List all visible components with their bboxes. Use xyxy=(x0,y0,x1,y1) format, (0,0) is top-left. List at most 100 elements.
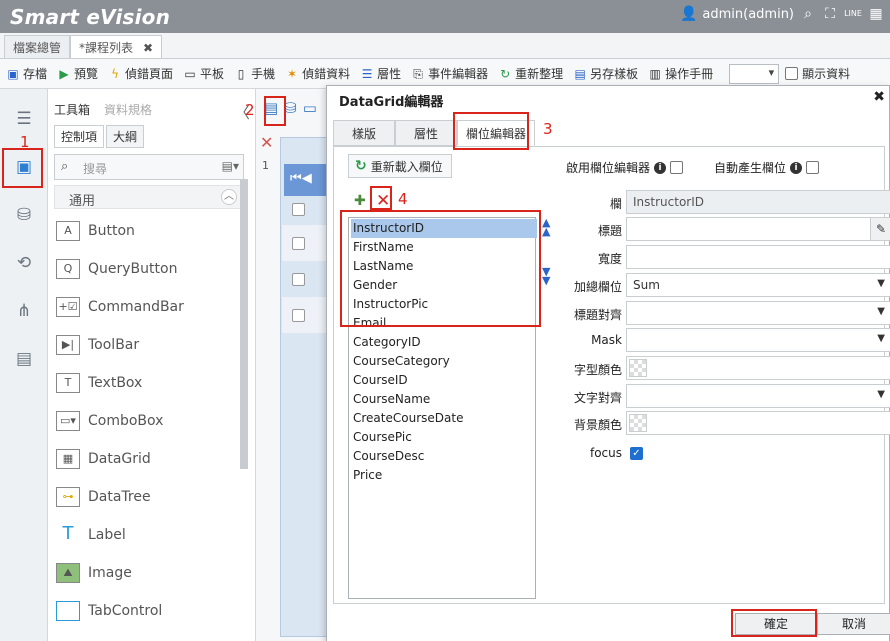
control-item[interactable]: TabControl xyxy=(56,596,236,626)
view-icon[interactable]: ▭ xyxy=(303,99,317,117)
sync-icon[interactable]: ⟲ xyxy=(14,253,34,273)
title-field[interactable]: ✎ xyxy=(626,217,890,241)
datagrid-editor-dialog: DataGrid編輯器 ✖ 樣版 層性 欄位編輯器 ↻ 重新載入欄位 啟用欄位編輯… xyxy=(326,85,890,641)
info-icon[interactable]: i xyxy=(654,161,667,174)
tab-file-explorer[interactable]: 檔案總管 xyxy=(4,35,71,58)
control-item[interactable]: T Label xyxy=(56,520,236,550)
list-item[interactable]: CourseID xyxy=(351,371,539,390)
grid-icon[interactable]: ▦ xyxy=(868,6,884,22)
tab-course-list[interactable]: *課程列表 ✖ xyxy=(70,35,163,58)
annotation-box-1 xyxy=(2,148,43,188)
add-field-icon[interactable]: ✚ xyxy=(354,193,366,209)
user-icon[interactable]: 👤 xyxy=(680,6,697,22)
close-icon[interactable]: ✖ xyxy=(873,89,885,105)
control-item[interactable]: T TextBox xyxy=(56,368,236,398)
width-field[interactable] xyxy=(626,245,890,269)
mobile-button[interactable]: ▯ 手機 xyxy=(234,65,275,82)
edit-title-icon[interactable]: ✎ xyxy=(870,217,890,241)
control-item[interactable]: ▭▾ ComboBox xyxy=(56,406,236,436)
tabcontrol-icon xyxy=(56,601,80,621)
auto-generate-field-option[interactable]: 自動產生欄位 i xyxy=(714,159,820,176)
info-icon[interactable]: i xyxy=(790,161,803,174)
data-spec-tab[interactable]: 資料規格 xyxy=(104,101,152,118)
cancel-button[interactable]: 取消 xyxy=(817,613,890,635)
show-data-checkbox[interactable] xyxy=(785,67,799,80)
list-item[interactable]: CoursePic xyxy=(351,428,539,447)
datagrid-preview[interactable] xyxy=(280,137,332,637)
control-item[interactable]: ⊶ DataTree xyxy=(56,482,236,512)
list-item[interactable]: CategoryID xyxy=(351,333,539,352)
search-icon[interactable]: ⌕ xyxy=(800,6,816,22)
auto-generate-field-checkbox[interactable] xyxy=(806,161,820,174)
font-color-label: 字型顏色 xyxy=(573,363,622,377)
debug-page-button[interactable]: ϟ 偵錯頁面 xyxy=(108,65,173,82)
manual-button[interactable]: ▥ 操作手冊 xyxy=(648,65,713,82)
view-toggle-icon[interactable]: ▤▾ xyxy=(222,159,239,173)
mask-select[interactable]: ▼ xyxy=(626,328,890,352)
list-item[interactable]: Price xyxy=(351,466,539,485)
close-icon[interactable]: ✖ xyxy=(143,41,153,55)
chevron-up-icon[interactable]: ︿ xyxy=(221,189,237,205)
save-button[interactable]: ▣ 存檔 xyxy=(6,65,47,82)
save-as-template-button[interactable]: ▤ 另存樣板 xyxy=(573,65,638,82)
show-data-toggle[interactable]: 顯示資料 xyxy=(785,65,850,82)
preview-button[interactable]: ▶ 預覽 xyxy=(57,65,98,82)
color-swatch[interactable] xyxy=(629,359,647,377)
user-name[interactable]: admin(admin) xyxy=(702,7,794,22)
control-item[interactable]: +☑ CommandBar xyxy=(56,292,236,322)
command-bar-icon: +☑ xyxy=(56,297,80,317)
database-icon[interactable]: ⛁ xyxy=(14,205,34,225)
focus-checkbox[interactable]: ✓ xyxy=(630,447,643,460)
debug-data-button[interactable]: ✶ 偵錯資料 xyxy=(285,65,350,82)
control-item[interactable]: A Button xyxy=(56,216,236,246)
list-item[interactable]: CourseCategory xyxy=(351,352,539,371)
row-checkbox[interactable] xyxy=(292,237,305,250)
line-icon[interactable]: LINE xyxy=(844,6,862,22)
list-item[interactable]: CreateCourseDate xyxy=(351,409,539,428)
fullscreen-icon[interactable]: ⛶ xyxy=(822,6,838,22)
database-icon[interactable]: ⛁ xyxy=(284,99,297,117)
toolbox-tab[interactable]: 工具箱 xyxy=(54,101,90,118)
control-item[interactable]: ▦ DataGrid xyxy=(56,444,236,474)
enable-field-editor-checkbox[interactable] xyxy=(670,161,684,174)
font-color-picker[interactable] xyxy=(626,356,890,380)
report-icon[interactable]: ▤ xyxy=(14,349,34,369)
tablet-button[interactable]: ▭ 平板 xyxy=(183,65,224,82)
move-up-icon[interactable]: ▲ ▲ xyxy=(542,217,550,237)
row-checkbox[interactable] xyxy=(292,309,305,322)
group-header[interactable]: 通用 ︿ xyxy=(54,185,244,209)
aggregate-select[interactable]: Sum ▼ xyxy=(626,273,890,297)
bg-color-picker[interactable] xyxy=(626,411,890,435)
title-label: 標題 xyxy=(597,224,622,238)
control-item[interactable]: ▶| ToolBar xyxy=(56,330,236,360)
text-align-select[interactable]: ▼ xyxy=(626,384,890,408)
reload-fields-button[interactable]: ↻ 重新載入欄位 xyxy=(348,154,452,178)
row-checkbox[interactable] xyxy=(292,203,305,216)
control-search[interactable]: ⌕ 搜尋 ▤▾ xyxy=(54,154,244,180)
tab-template[interactable]: 樣版 xyxy=(333,120,396,146)
enable-field-editor-option[interactable]: 啟用欄位編輯器 i xyxy=(566,159,684,176)
delete-icon[interactable]: ✕ xyxy=(260,133,273,152)
color-swatch[interactable] xyxy=(629,414,647,432)
row-checkbox[interactable] xyxy=(292,273,305,286)
search-input[interactable]: 搜尋 xyxy=(83,160,107,177)
list-item[interactable]: CourseName xyxy=(351,390,539,409)
list-item[interactable]: CourseDesc xyxy=(351,447,539,466)
refresh-button[interactable]: ↻ 重新整理 xyxy=(498,65,563,82)
properties-button[interactable]: ☰ 層性 xyxy=(360,65,401,82)
title-align-select[interactable]: ▼ xyxy=(626,301,890,325)
event-editor-button[interactable]: ⎘ 事件編輯器 xyxy=(411,65,488,82)
tab-properties[interactable]: 層性 xyxy=(395,120,458,146)
workflow-icon[interactable]: ⋔ xyxy=(14,301,34,321)
panel-scrollbar[interactable] xyxy=(240,179,248,469)
control-item[interactable]: Q QueryButton xyxy=(56,254,236,284)
tab-outline[interactable]: 大綱 xyxy=(106,125,145,148)
annotation-box-3 xyxy=(453,112,529,150)
combobox-icon: ▭▾ xyxy=(56,411,80,431)
table-row xyxy=(282,225,330,261)
menu-icon[interactable]: ☰ xyxy=(14,109,34,129)
move-down-icon[interactable]: ▼ ▼ xyxy=(542,266,550,286)
zoom-select[interactable] xyxy=(729,63,780,84)
tab-controls[interactable]: 控制項 xyxy=(54,125,105,148)
control-item[interactable]: ⛰ Image xyxy=(56,558,236,588)
